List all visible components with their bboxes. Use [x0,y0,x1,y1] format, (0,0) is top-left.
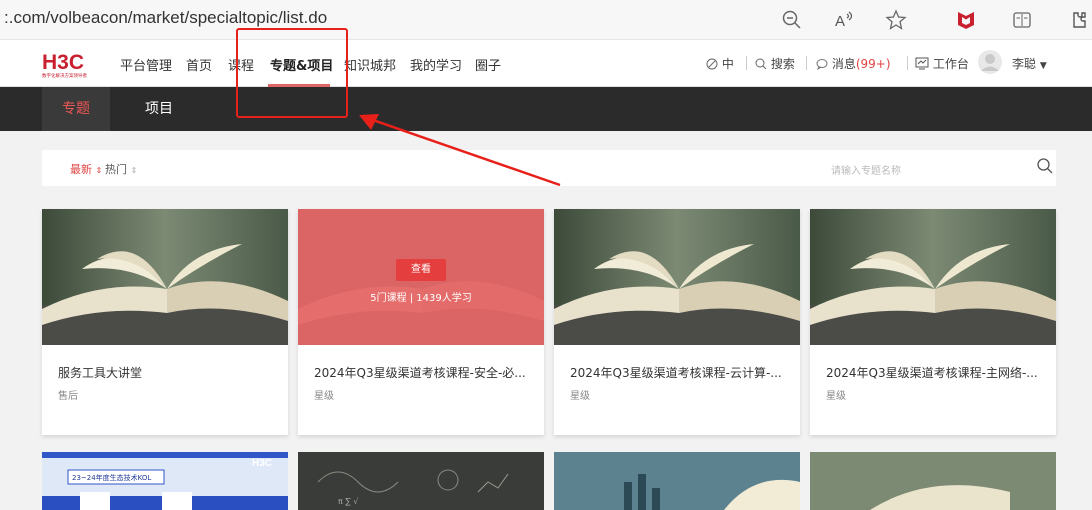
topic-title: 2024年Q3星级渠道考核课程-主网络-... [826,366,1038,380]
messages-label: 消息 [831,57,856,71]
topic-title: 服务工具大讲堂 [58,366,143,380]
sort-newest[interactable]: 最新 ⇕ [70,161,102,177]
nav-home[interactable]: 首页 [186,55,212,74]
topic-category: 星级 [826,391,846,402]
logo-subtext: 数字化解决方案领导者 [42,72,87,79]
topic-category: 星级 [570,391,590,402]
topic-card[interactable]: π ∑ √ [298,452,544,510]
sort-arrows-icon: ⇕ [95,166,103,175]
sort-newest-label: 最新 [70,163,92,176]
workbench-label: 工作台 [932,57,969,71]
view-button[interactable]: 查看 [396,259,446,281]
topic-cover-image [42,209,288,345]
search-icon[interactable] [1036,157,1054,175]
divider [907,56,908,70]
logo-text: H3C [42,51,84,74]
annotation-arrow [359,114,561,187]
topic-category: 星级 [314,391,334,402]
sort-hot[interactable]: 热门 ⇕ [105,161,137,177]
user-name: 李聪 [1012,57,1037,71]
site-header: H3C 数字化解决方案领导者 平台管理 首页 课程 专题&项目 知识城邦 我的学… [0,40,1092,87]
topic-card[interactable]: 2024年Q3星级渠道考核课程-云计算-... 星级 [554,209,800,435]
language-icon [706,58,718,70]
language-label: 中 [721,57,734,71]
avatar[interactable] [978,50,1002,74]
svg-text:A: A [835,13,845,30]
topic-card[interactable] [810,452,1056,510]
mcafee-icon[interactable] [954,8,978,32]
banner-logo: H3C [252,458,272,469]
nav-platform-admin[interactable]: 平台管理 [120,55,172,74]
browser-toolbar: :.com/volbeacon/market/specialtopic/list… [0,0,1092,40]
topic-card[interactable]: 服务工具大讲堂 售后 [42,209,288,435]
zoom-out-icon[interactable] [780,8,804,32]
header-search-label: 搜索 [770,57,795,71]
topic-category: 售后 [58,391,78,402]
topic-search-input[interactable]: 请输入专题名称 [831,162,901,177]
tab-projects[interactable]: 项目 [145,87,173,131]
topic-card[interactable] [554,452,800,510]
topic-stats: 5门课程 | 1439人学习 [370,293,472,304]
read-aloud-icon[interactable]: A [832,8,856,32]
highlight-box [236,28,348,118]
divider [746,56,747,70]
messages-count-badge: (99+) [855,57,891,71]
caret-down-icon: ▼ [1039,61,1047,71]
h3c-logo[interactable]: H3C 数字化解决方案领导者 [42,50,104,80]
nav-my-learning[interactable]: 我的学习 [410,55,462,74]
nav-knowledge-city[interactable]: 知识城邦 [344,55,396,74]
topic-cover-image [554,209,800,345]
topic-card[interactable]: 23~24年度生态技术KOL H3C [42,452,288,510]
workbench-icon [915,57,929,70]
immersive-reader-icon[interactable] [1010,8,1034,32]
banner-text: 23~24年度生态技术KOL [72,473,151,482]
tab-topics[interactable]: 专题 [42,87,110,131]
divider [806,56,807,70]
topic-title: 2024年Q3星级渠道考核课程-云计算-... [570,366,782,380]
sort-arrows-icon: ⇕ [130,166,138,175]
svg-text:π ∑ √: π ∑ √ [338,497,359,506]
topic-cover-image [810,209,1056,345]
search-icon [755,58,767,70]
sort-hot-label: 热门 [105,163,127,176]
user-menu[interactable]: 李聪 ▼ [1012,55,1047,72]
favorite-star-icon[interactable] [884,8,908,32]
address-bar[interactable]: :.com/volbeacon/market/specialtopic/list… [4,8,327,28]
message-icon [816,59,828,71]
topic-card[interactable]: 查看 5门课程 | 1439人学习 2024年Q3星级渠道考核课程-安全-必..… [298,209,544,435]
messages-button[interactable]: 消息(99+) [816,55,891,72]
nav-circles[interactable]: 圈子 [475,55,501,74]
extensions-icon[interactable] [1066,8,1090,32]
header-search-button[interactable]: 搜索 [755,55,795,72]
topic-title: 2024年Q3星级渠道考核课程-安全-必... [314,366,526,380]
language-switch[interactable]: 中 [706,55,734,72]
workbench-button[interactable]: 工作台 [915,55,969,72]
topic-card[interactable]: 2024年Q3星级渠道考核课程-主网络-... 星级 [810,209,1056,435]
